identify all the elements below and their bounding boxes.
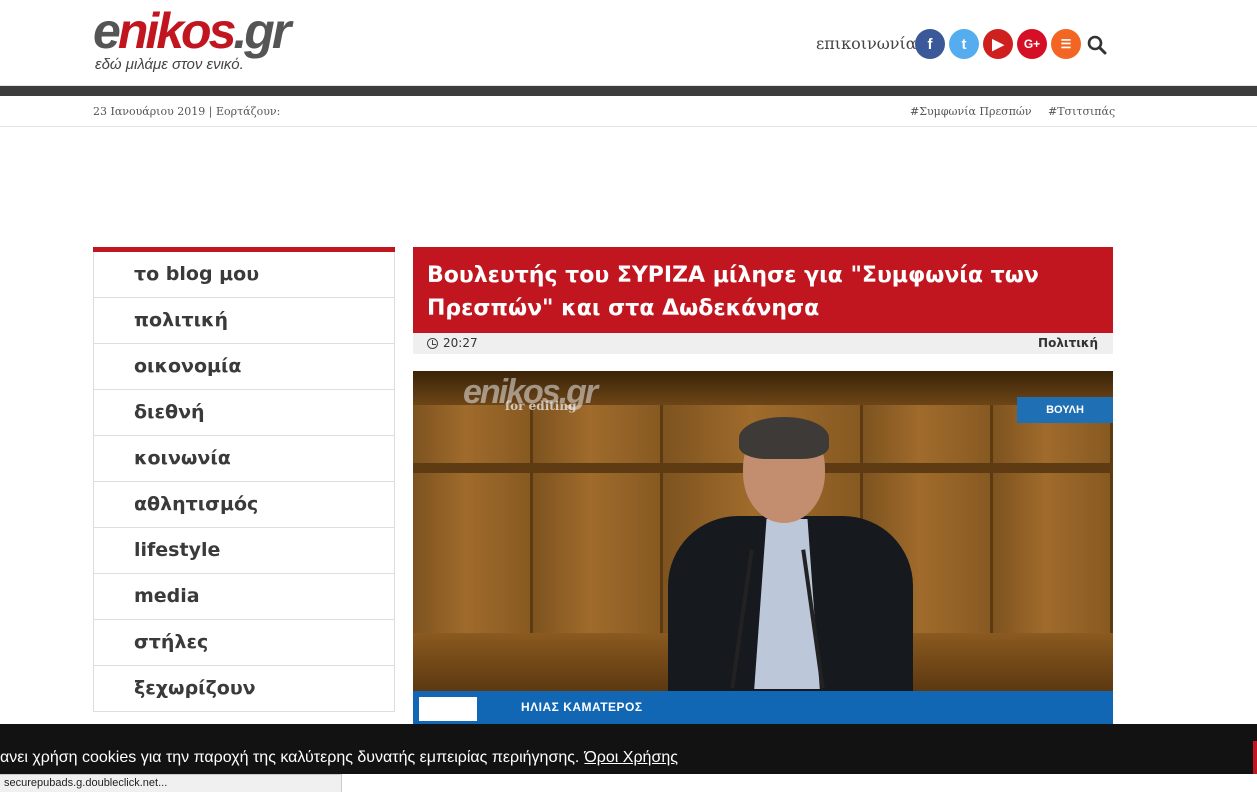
rss-icon[interactable]: ☰ bbox=[1051, 29, 1081, 59]
sidebar-item-economy[interactable]: οικονομία bbox=[93, 344, 395, 390]
logo-nikos: nikos bbox=[117, 3, 237, 59]
sidebar-item-sports[interactable]: αθλητισμός bbox=[93, 482, 395, 528]
article-headline-box: Βουλευτής του ΣΥΡΙΖΑ μίλησε για "Συμφωνί… bbox=[413, 247, 1113, 333]
sidebar-item-media[interactable]: media bbox=[93, 574, 395, 620]
sidebar-item-columns[interactable]: στήλες bbox=[93, 620, 395, 666]
status-url: securepubads.g.doubleclick.net... bbox=[4, 777, 168, 789]
terms-of-use-link[interactable]: Όροι Χρήσης bbox=[584, 749, 678, 766]
article-time: 20:27 bbox=[443, 336, 478, 350]
sub-header-bar: 23 Ιανουάριου 2019 | Εορτάζουν: #Συμφωνί… bbox=[0, 96, 1257, 127]
speaker-name: ΗΛΙΑΣ ΚΑΜΑΤΕΡΟΣ bbox=[521, 700, 643, 714]
sidebar-item-featured[interactable]: ξεχωρίζουν bbox=[93, 666, 395, 712]
video-lower-third: ΗΛΙΑΣ ΚΑΜΑΤΕΡΟΣ bbox=[413, 691, 1113, 724]
channel-logo: ΒΟΥΛΗ bbox=[1017, 397, 1113, 423]
site-header: enikos.gr εδώ μιλάμε στον ενικό. επικοιν… bbox=[0, 0, 1257, 86]
search-icon[interactable] bbox=[1087, 35, 1107, 55]
sidebar-item-world[interactable]: διεθνή bbox=[93, 390, 395, 436]
party-logo-box bbox=[419, 697, 477, 721]
sidebar-item-society[interactable]: κοινωνία bbox=[93, 436, 395, 482]
article-category-link[interactable]: Πολιτική bbox=[1038, 336, 1098, 350]
logo-gr: .gr bbox=[233, 3, 291, 59]
cookie-message-text: ανει χρήση cookies για την παροχή της κα… bbox=[0, 749, 580, 766]
video-watermark-sub: for editing bbox=[505, 399, 577, 413]
sidebar-item-blog[interactable]: το blog μου bbox=[93, 252, 395, 298]
article-video[interactable]: enikos.gr for editing ΒΟΥΛΗ ΗΛΙΑΣ ΚΑΜΑΤΕ… bbox=[413, 371, 1113, 724]
sidebar-item-lifestyle[interactable]: lifestyle bbox=[93, 528, 395, 574]
hashtag-link-tsitsipas[interactable]: #Τσιτσιπάς bbox=[1048, 105, 1115, 118]
article-headline[interactable]: Βουλευτής του ΣΥΡΙΖΑ μίλησε για "Συμφωνί… bbox=[427, 259, 1099, 325]
article-meta-row: 20:27 Πολιτική bbox=[413, 333, 1113, 354]
cookie-message: ανει χρήση cookies για την παροχή της κα… bbox=[0, 749, 678, 767]
cookie-accept-button[interactable] bbox=[1253, 741, 1257, 774]
contact-link[interactable]: επικοινωνία bbox=[816, 34, 917, 53]
cookie-consent-bar: ανει χρήση cookies για την παροχή της κα… bbox=[0, 724, 1257, 774]
speaker-hair bbox=[739, 417, 829, 459]
site-logo[interactable]: enikos.gr εδώ μιλάμε στον ενικό. bbox=[93, 6, 333, 76]
browser-status-bar: securepubads.g.doubleclick.net... bbox=[0, 774, 342, 792]
logo-tagline: εδώ μιλάμε στον ενικό. bbox=[95, 56, 244, 73]
twitter-icon[interactable]: t bbox=[949, 29, 979, 59]
hashtag-link-prespes[interactable]: #Συμφωνία Πρεσπών bbox=[910, 105, 1032, 118]
date-and-namedays: 23 Ιανουάριου 2019 | Εορτάζουν: bbox=[93, 105, 281, 118]
clock-icon bbox=[427, 338, 438, 349]
header-divider-bar bbox=[0, 86, 1257, 96]
facebook-icon[interactable]: f bbox=[915, 29, 945, 59]
sidebar-navigation: το blog μου πολιτική οικονομία διεθνή κο… bbox=[93, 247, 395, 712]
logo-wordmark: enikos.gr bbox=[93, 3, 291, 59]
sidebar-item-politics[interactable]: πολιτική bbox=[93, 298, 395, 344]
google-plus-icon[interactable]: G+ bbox=[1017, 29, 1047, 59]
youtube-icon[interactable]: ▶ bbox=[983, 29, 1013, 59]
logo-e: e bbox=[93, 3, 121, 59]
